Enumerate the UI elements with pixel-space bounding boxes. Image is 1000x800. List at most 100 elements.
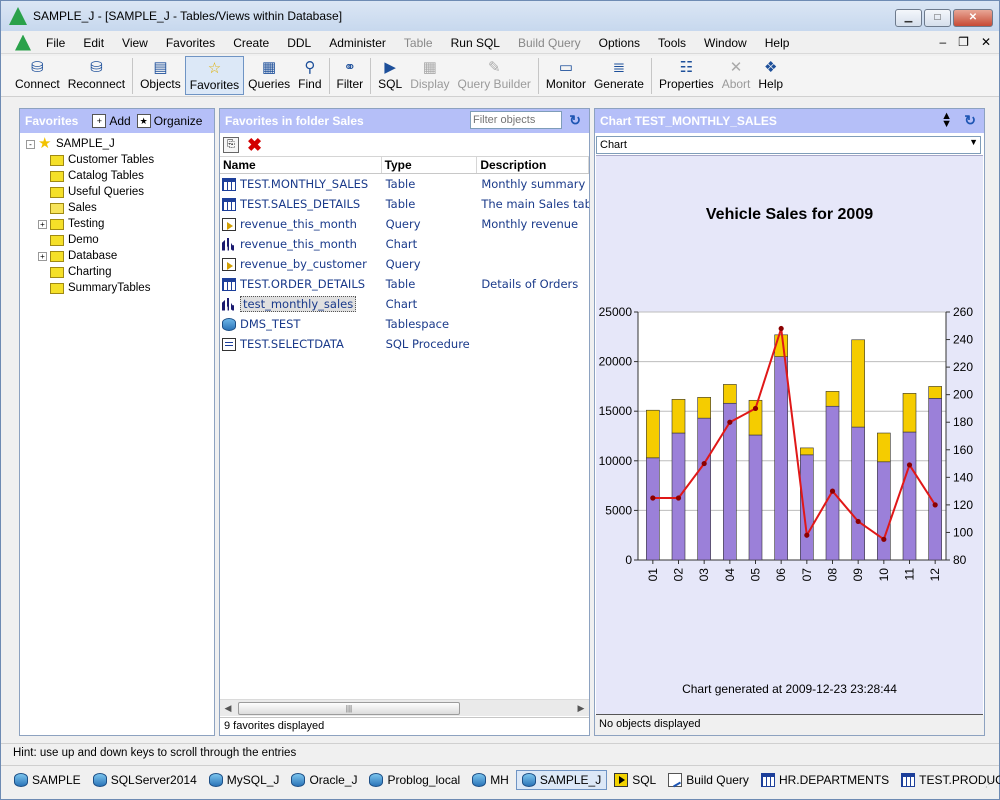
menu-table[interactable]: Table (395, 36, 442, 50)
menu-favorites[interactable]: Favorites (157, 36, 224, 50)
resize-grip-icon[interactable]: ⋰ (985, 780, 993, 789)
favorites-toolbar-button[interactable]: ☆ Favorites (184, 56, 245, 95)
table-row[interactable]: TEST.SELECTDATA SQL Procedure (220, 334, 589, 354)
tree-node-catalog-tables[interactable]: Catalog Tables (26, 168, 214, 184)
menu-file[interactable]: File (37, 36, 74, 50)
task-mysql_j[interactable]: MySQL_J (204, 770, 285, 790)
tree-node-sales[interactable]: Sales (26, 200, 214, 216)
row-name: TEST.MONTHLY_SALES (240, 177, 369, 191)
horizontal-scrollbar[interactable]: ◀ ||| ▶ (220, 699, 589, 716)
add-favorite-button[interactable]: + Add (92, 114, 131, 128)
mdi-close-button[interactable]: ✕ (981, 35, 991, 49)
delete-icon[interactable]: ✖ (247, 136, 262, 154)
collapse-icon[interactable]: - (26, 139, 35, 149)
sql-toolbar-button[interactable]: ▶ SQL (374, 56, 406, 95)
task-sqlserver2014[interactable]: SQLServer2014 (88, 770, 202, 790)
menu-ddl[interactable]: DDL (278, 36, 320, 50)
scroll-right-icon[interactable]: ▶ (573, 703, 589, 714)
title-bar[interactable]: SAMPLE_J - [SAMPLE_J - Tables/Views with… (1, 1, 999, 31)
table-row[interactable]: TEST.MONTHLY_SALES Table Monthly summary o (220, 174, 589, 194)
task-sample_j[interactable]: SAMPLE_J (515, 769, 608, 790)
x-tick-label: 01 (646, 568, 660, 582)
reconnect-toolbar-button[interactable]: ⛁ Reconnect (64, 56, 129, 95)
up-down-arrows-icon[interactable]: ▲ ▼ (941, 111, 952, 130)
column-header-type[interactable]: Type (382, 157, 478, 173)
minimize-button[interactable]: ▁ (895, 9, 922, 27)
mdi-minimize-button[interactable]: – (939, 35, 946, 49)
app-logo-icon (9, 7, 27, 25)
menu-tools[interactable]: Tools (649, 36, 695, 50)
generate-toolbar-button[interactable]: ≣ Generate (590, 56, 648, 95)
task-label: Oracle_J (309, 772, 358, 787)
tree-node-testing[interactable]: + Testing (26, 216, 214, 232)
bar-segment (902, 393, 917, 433)
tree-node-label: Catalog Tables (68, 170, 144, 182)
help-toolbar-button[interactable]: ❖ Help (754, 56, 787, 95)
query-builder-toolbar-button[interactable]: ✎ Query Builder (454, 56, 535, 95)
task-mh[interactable]: MH (467, 770, 514, 790)
column-header-description[interactable]: Description (477, 157, 590, 173)
task-problog_local[interactable]: Problog_local (364, 770, 465, 790)
refresh-chart-icon[interactable]: ↻ (964, 112, 976, 129)
menu-help[interactable]: Help (756, 36, 799, 50)
menu-build-query[interactable]: Build Query (509, 36, 590, 50)
menu-options[interactable]: Options (590, 36, 649, 50)
line-point (727, 419, 733, 425)
tree-node-useful-queries[interactable]: Useful Queries (26, 184, 214, 200)
menu-edit[interactable]: Edit (74, 36, 113, 50)
properties-toolbar-button[interactable]: ☷ Properties (655, 56, 718, 95)
table-row[interactable]: test_monthly_sales Chart (220, 294, 589, 314)
copy-icon[interactable]: ⎘ (223, 136, 239, 153)
bar-segment (902, 431, 917, 561)
tree-node-charting[interactable]: Charting (26, 264, 214, 280)
app-menu-icon[interactable] (15, 34, 31, 51)
mdi-restore-button[interactable]: ❐ (958, 35, 969, 49)
filter-toolbar-button[interactable]: ⚭ Filter (333, 56, 368, 95)
tree-node-demo[interactable]: Demo (26, 232, 214, 248)
filter-objects-input[interactable] (470, 111, 562, 129)
table-row[interactable]: revenue_this_month Chart (220, 234, 589, 254)
display-toolbar-button[interactable]: ▦ Display (406, 56, 453, 95)
column-header-name[interactable]: Name (220, 157, 382, 173)
table-row[interactable]: revenue_by_customer Query (220, 254, 589, 274)
menu-run-sql[interactable]: Run SQL (442, 36, 509, 50)
queries-toolbar-button[interactable]: ▦ Queries (244, 56, 294, 95)
tree-node-database[interactable]: + Database (26, 248, 214, 264)
menu-administer[interactable]: Administer (320, 36, 395, 50)
menu-create[interactable]: Create (224, 36, 278, 50)
objects-toolbar-button[interactable]: ▤ Objects (136, 56, 185, 95)
expand-icon[interactable]: + (38, 251, 47, 261)
table-row[interactable]: TEST.SALES_DETAILS Table The main Sales ta… (220, 194, 589, 214)
connect-toolbar-button[interactable]: ⛁ Connect (11, 56, 64, 95)
find-toolbar-button[interactable]: ⚲ Find (294, 56, 325, 95)
monitor-toolbar-button[interactable]: ▭ Monitor (542, 56, 590, 95)
expand-icon[interactable]: + (38, 219, 47, 229)
scroll-left-icon[interactable]: ◀ (220, 703, 236, 714)
task-build-query[interactable]: Build Query (663, 770, 754, 790)
scrollbar-thumb[interactable]: ||| (238, 701, 460, 715)
table-row[interactable]: DMS_TEST Tablespace (220, 314, 589, 334)
toolbar-separator (370, 58, 372, 94)
refresh-list-icon[interactable]: ↻ (569, 112, 581, 129)
close-button[interactable]: ✕ (953, 9, 993, 27)
organize-favorites-label: Organize (153, 114, 203, 128)
tree-node-summarytables[interactable]: SummaryTables (26, 280, 214, 296)
tree-node-sample_j[interactable]: - ★ SAMPLE_J (26, 136, 214, 152)
table-row[interactable]: revenue_this_month Query Monthly revenue (220, 214, 589, 234)
chart-view-select[interactable]: Chart ▼ (596, 136, 981, 154)
tree-node-customer-tables[interactable]: Customer Tables (26, 152, 214, 168)
maximize-button[interactable]: □ (924, 9, 951, 27)
toolbar-button-label: Objects (140, 77, 181, 91)
abort-toolbar-button[interactable]: ✕ Abort (718, 56, 755, 95)
task-sql[interactable]: SQL (609, 770, 661, 790)
toolbar-separator (650, 58, 652, 94)
query-icon (222, 217, 236, 231)
organize-favorites-button[interactable]: ★ Organize (136, 114, 203, 128)
task-sample[interactable]: SAMPLE (9, 770, 86, 790)
menu-window[interactable]: Window (695, 36, 756, 50)
task-label: SAMPLE (32, 772, 81, 787)
task-oracle_j[interactable]: Oracle_J (286, 770, 362, 790)
task-hr-departments[interactable]: HR.DEPARTMENTS (756, 770, 894, 790)
table-row[interactable]: TEST.ORDER_DETAILS Table Details of Orders (220, 274, 589, 294)
menu-view[interactable]: View (113, 36, 157, 50)
